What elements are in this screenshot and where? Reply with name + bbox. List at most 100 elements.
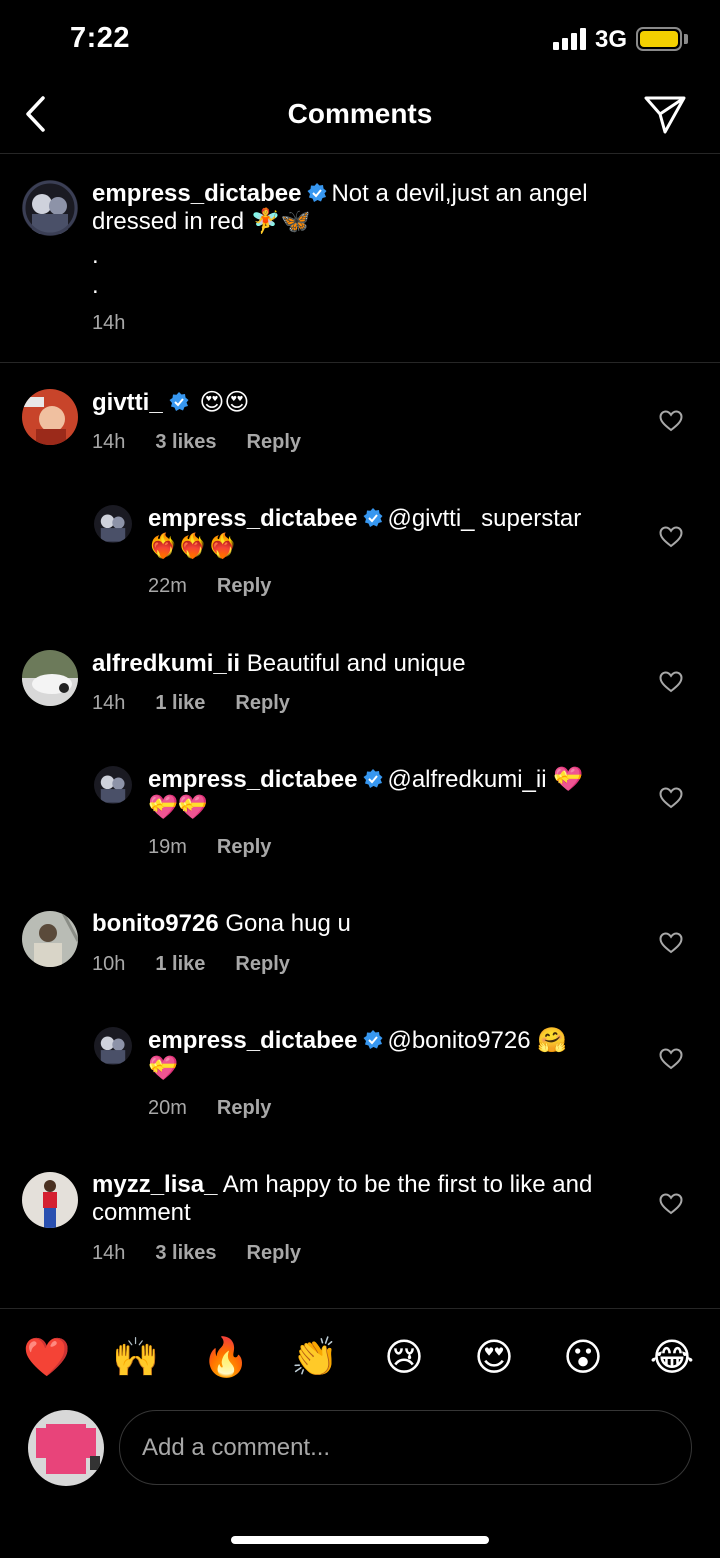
comment-text: bonito9726 Gona hug u — [92, 910, 351, 938]
comment-username[interactable]: givtti_ — [92, 389, 163, 416]
emoji-fire[interactable]: 🔥 — [202, 1337, 250, 1377]
avatar[interactable] — [22, 911, 78, 967]
emoji-heart[interactable]: ❤️ — [23, 1337, 71, 1377]
comment-username[interactable]: myzz_lisa_ — [92, 1171, 217, 1198]
emoji-raised-hands[interactable]: 🙌 — [112, 1337, 160, 1377]
comment-body: @bonito9726 🤗 — [387, 1027, 568, 1054]
emoji-crying[interactable]: 😢 — [380, 1337, 428, 1377]
comment-body: Gona hug u — [225, 910, 351, 937]
network-label: 3G — [595, 26, 628, 53]
caption-body: Not a devil,just an angel — [331, 180, 588, 207]
comment-text: empress_dictabee @alfredkumi_ii 💝 — [148, 766, 583, 794]
caption-time: 14h — [92, 312, 126, 334]
caption-dot: . — [92, 272, 99, 299]
avatar[interactable] — [22, 389, 78, 445]
avatar[interactable] — [22, 650, 78, 706]
comment-text: myzz_lisa_ Am happy to be the first to l… — [92, 1171, 592, 1199]
comment-body-line2: comment — [92, 1199, 191, 1226]
status-bar: 7:22 3G — [0, 0, 720, 80]
avatar[interactable] — [22, 180, 78, 236]
avatar[interactable] — [94, 766, 132, 804]
emoji-clap[interactable]: 👏 — [291, 1337, 339, 1377]
share-button[interactable] — [642, 92, 688, 138]
verified-badge-icon — [363, 769, 383, 788]
caption-meta: 14h — [92, 312, 125, 335]
comment-meta: 19m Reply — [148, 836, 271, 859]
comment-time: 22m — [148, 575, 187, 597]
comment-body: Am happy to be the first to like and — [222, 1171, 593, 1198]
nav-bar: Comments — [0, 80, 720, 154]
send-icon — [644, 96, 686, 134]
caption-text: empress_dictabee Not a devil,just an ange… — [92, 180, 588, 208]
page-title: Comments — [287, 98, 433, 129]
comment-username[interactable]: empress_dictabee — [148, 505, 357, 532]
emoji-laughing[interactable]: 😂 — [648, 1337, 696, 1377]
heart-icon[interactable] — [659, 410, 683, 432]
verified-badge-icon — [363, 508, 383, 527]
comment-time: 14h — [92, 692, 126, 714]
comment-text: empress_dictabee @bonito9726 🤗 — [148, 1027, 567, 1055]
status-time: 7:22 — [70, 22, 131, 54]
signal-icon — [553, 28, 587, 50]
heart-icon[interactable] — [659, 1193, 683, 1215]
emoji-quick-bar: ❤️ 🙌 🔥 👏 😢 😍 😮 😂 — [0, 1308, 720, 1403]
reply-button[interactable]: Reply — [235, 692, 289, 715]
reply-button[interactable]: Reply — [247, 1242, 301, 1265]
emoji-surprised[interactable]: 😮 — [559, 1337, 607, 1377]
comment-meta: 14h 3 likes Reply — [92, 431, 301, 454]
comment-meta: 10h 1 like Reply — [92, 953, 290, 976]
avatar[interactable] — [94, 1027, 132, 1065]
caption-username[interactable]: empress_dictabee — [92, 180, 301, 207]
comment-text: givtti_ 😍😍 — [92, 389, 249, 417]
reply-button[interactable]: Reply — [217, 575, 271, 598]
reply-button[interactable]: Reply — [217, 1097, 271, 1120]
caption-body-line2: dressed in red 🧚🦋 — [92, 208, 311, 235]
comment-body: @alfredkumi_ii 💝 — [387, 766, 584, 793]
reply-button[interactable]: Reply — [217, 836, 271, 859]
battery-nub — [684, 34, 688, 44]
comment-meta: 22m Reply — [148, 575, 271, 598]
comment-body-line2: 💝 — [148, 1055, 178, 1082]
caption-dot: . — [92, 242, 99, 269]
comment-body-line2: 💝💝 — [148, 794, 208, 821]
comment-meta: 14h 1 like Reply — [92, 692, 290, 715]
comment-text: empress_dictabee @givtti_ superstar — [148, 505, 581, 533]
likes-count[interactable]: 3 likes — [155, 431, 216, 454]
heart-icon[interactable] — [659, 932, 683, 954]
verified-badge-icon — [307, 183, 327, 202]
avatar[interactable] — [22, 1172, 78, 1228]
comment-body: @givtti_ superstar — [387, 505, 582, 532]
likes-count[interactable]: 3 likes — [155, 1242, 216, 1265]
heart-icon[interactable] — [659, 1048, 683, 1070]
reply-button[interactable]: Reply — [247, 431, 301, 454]
comment-username[interactable]: bonito9726 — [92, 910, 219, 937]
heart-icon[interactable] — [659, 526, 683, 548]
comment-username[interactable]: alfredkumi_ii — [92, 650, 240, 677]
comment-username[interactable]: empress_dictabee — [148, 766, 357, 793]
comment-time: 14h — [92, 431, 126, 453]
likes-count[interactable]: 1 like — [155, 953, 205, 976]
likes-count[interactable]: 1 like — [155, 692, 205, 715]
comment-body: 😍😍 — [199, 389, 250, 416]
avatar[interactable] — [94, 505, 132, 543]
heart-icon[interactable] — [659, 787, 683, 809]
emoji-heart-eyes[interactable]: 😍 — [470, 1337, 518, 1377]
comment-time: 20m — [148, 1097, 187, 1119]
comment-time: 19m — [148, 836, 187, 858]
heart-icon[interactable] — [659, 671, 683, 693]
home-indicator[interactable] — [231, 1536, 489, 1544]
verified-badge-icon — [169, 392, 189, 411]
comment-username[interactable]: empress_dictabee — [148, 1027, 357, 1054]
comment-input[interactable] — [119, 1410, 692, 1485]
comment-body-line2: ❤️‍🔥❤️‍🔥❤️‍🔥 — [148, 533, 238, 560]
comment-text: alfredkumi_ii Beautiful and unique — [92, 650, 466, 678]
comment-meta: 20m Reply — [148, 1097, 271, 1120]
current-user-avatar — [28, 1410, 104, 1486]
comment-body: Beautiful and unique — [246, 650, 466, 677]
post-caption: empress_dictabee Not a devil,just an ange… — [0, 154, 720, 363]
battery-icon — [636, 27, 682, 51]
reply-button[interactable]: Reply — [235, 953, 289, 976]
verified-badge-icon — [363, 1030, 383, 1049]
comment-time: 14h — [92, 1242, 126, 1264]
comment-meta: 14h 3 likes Reply — [92, 1242, 301, 1265]
